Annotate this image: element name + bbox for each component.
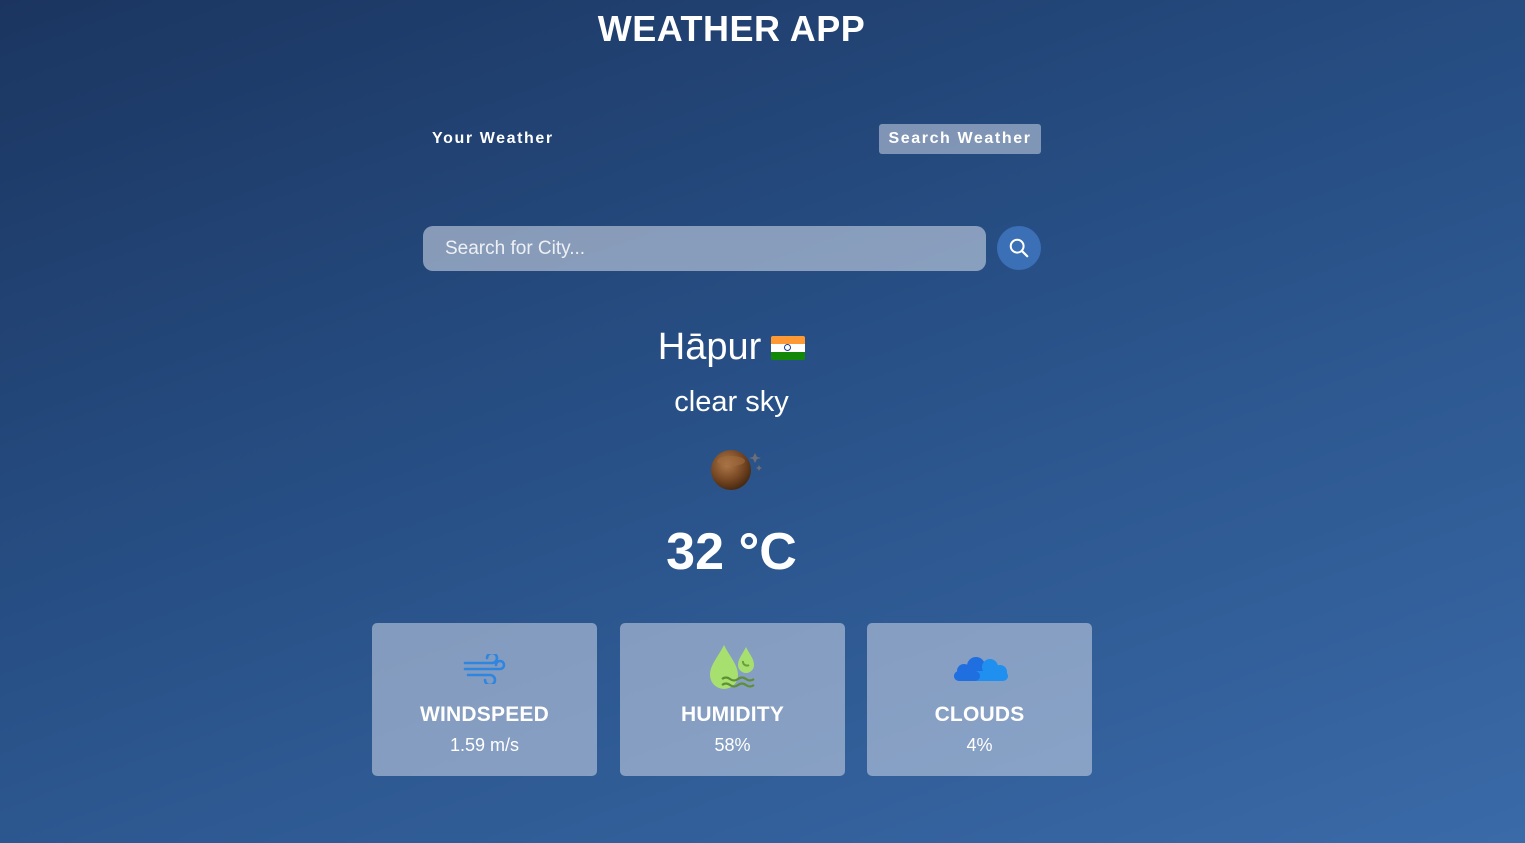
clouds-value: 4% [966,735,993,755]
clouds-label: CLOUDS [934,703,1025,726]
windspeed-value: 1.59 m/s [449,735,520,755]
india-flag-icon [771,335,806,360]
cloud-icon [953,657,1008,681]
city-heading: Hāpur [0,326,1463,369]
clear-night-moon-icon [711,450,762,490]
humidity-drops-icon [709,645,755,689]
humidity-label: HUMIDITY [680,703,785,726]
windspeed-card: WINDSPEED 1.59 m/s [372,623,597,776]
tab-search-weather[interactable]: Search Weather [879,124,1041,154]
search-icon [1009,238,1029,258]
humidity-card: HUMIDITY 58% [620,623,845,776]
wind-icon [463,654,505,684]
search-button[interactable] [997,226,1041,270]
app-title: WEATHER APP [597,8,866,49]
windspeed-label: WINDSPEED [420,703,549,726]
weather-description: clear sky [674,386,789,418]
tab-your-weather[interactable]: Your Weather [422,124,564,154]
temperature: 32 °C [666,523,797,581]
humidity-value: 58% [714,735,751,755]
city-name: Hāpur [657,326,762,368]
search-input[interactable] [423,226,986,271]
clouds-card: CLOUDS 4% [867,623,1092,776]
